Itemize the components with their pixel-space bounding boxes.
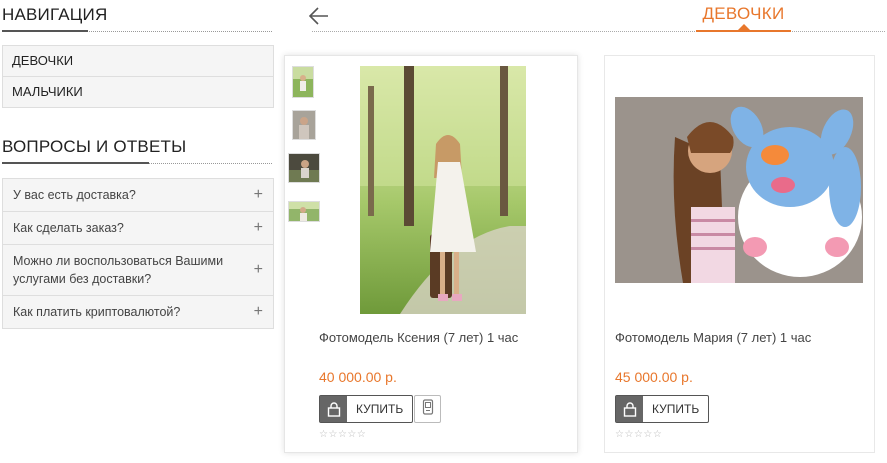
nav-title-accent (2, 30, 88, 32)
compare-icon (422, 398, 434, 420)
plus-icon[interactable]: + (254, 220, 263, 236)
category-title: Девочки (702, 4, 785, 23)
arrow-left-icon[interactable] (308, 6, 330, 26)
faq-item[interactable]: У вас есть доставка? + (3, 179, 273, 211)
buy-button-label: Купить (652, 402, 700, 416)
star-icon[interactable]: ☆ (338, 429, 347, 440)
product-name[interactable]: Фотомодель Ксения (7 лет) 1 час (319, 330, 518, 345)
buy-button-label: Купить (356, 402, 404, 416)
rating-stars[interactable]: ☆☆☆☆☆ (319, 429, 366, 440)
faq-question: Как сделать заказ? (13, 221, 124, 235)
faq-question: Можно ли воспользоваться Вашими услугами… (13, 254, 224, 286)
star-icon[interactable]: ☆ (653, 429, 662, 440)
plus-icon[interactable]: + (254, 187, 263, 203)
star-icon[interactable]: ☆ (357, 429, 366, 440)
nav-section-title: Навигация (2, 5, 108, 24)
faq-item[interactable]: Как сделать заказ? + (3, 211, 273, 244)
product-price: 40 000.00 р. (319, 369, 397, 385)
compare-button[interactable] (414, 395, 441, 423)
star-icon[interactable]: ☆ (643, 429, 652, 440)
faq-question: У вас есть доставка? (13, 188, 136, 202)
product-name[interactable]: Фотомодель Мария (7 лет) 1 час (615, 330, 811, 345)
product-thumbnail[interactable] (288, 153, 320, 183)
product-photo[interactable] (615, 97, 863, 283)
category-caret (738, 24, 750, 30)
product-thumbnail[interactable] (288, 201, 320, 222)
sidebar-item-girls[interactable]: Девочки (3, 46, 273, 76)
faq-item[interactable]: Можно ли воспользоваться Вашими услугами… (3, 244, 273, 295)
product-thumbnail[interactable] (292, 110, 316, 140)
plus-icon[interactable]: + (254, 262, 263, 278)
product-photo[interactable] (360, 66, 526, 314)
faq-list: У вас есть доставка? + Как сделать заказ… (2, 178, 274, 329)
rating-stars[interactable]: ☆☆☆☆☆ (615, 429, 662, 440)
buy-button[interactable]: Купить (615, 395, 710, 423)
product-card: Фотомодель Мария (7 лет) 1 час 45 000.00… (604, 55, 875, 453)
star-icon[interactable]: ☆ (624, 429, 633, 440)
shopping-bag-icon (320, 396, 347, 422)
nav-list: Девочки Мальчики (2, 45, 274, 108)
faq-question: Как платить криптовалютой? (13, 305, 181, 319)
star-icon[interactable]: ☆ (634, 429, 643, 440)
product-price: 45 000.00 р. (615, 369, 693, 385)
product-card: Фотомодель Ксения (7 лет) 1 час 40 000.0… (284, 55, 578, 453)
sidebar-item-boys[interactable]: Мальчики (3, 76, 273, 107)
shopping-bag-icon (616, 396, 643, 422)
plus-icon[interactable]: + (254, 304, 263, 320)
star-icon[interactable]: ☆ (328, 429, 337, 440)
category-rule (312, 31, 885, 32)
faq-section-title: Вопросы и ответы (2, 137, 187, 156)
faq-title-accent (2, 162, 149, 164)
category-underline (696, 30, 791, 32)
faq-item[interactable]: Как платить криптовалютой? + (3, 295, 273, 328)
product-thumbnail[interactable] (292, 66, 314, 98)
star-icon[interactable]: ☆ (347, 429, 356, 440)
buy-button[interactable]: Купить (319, 395, 414, 423)
